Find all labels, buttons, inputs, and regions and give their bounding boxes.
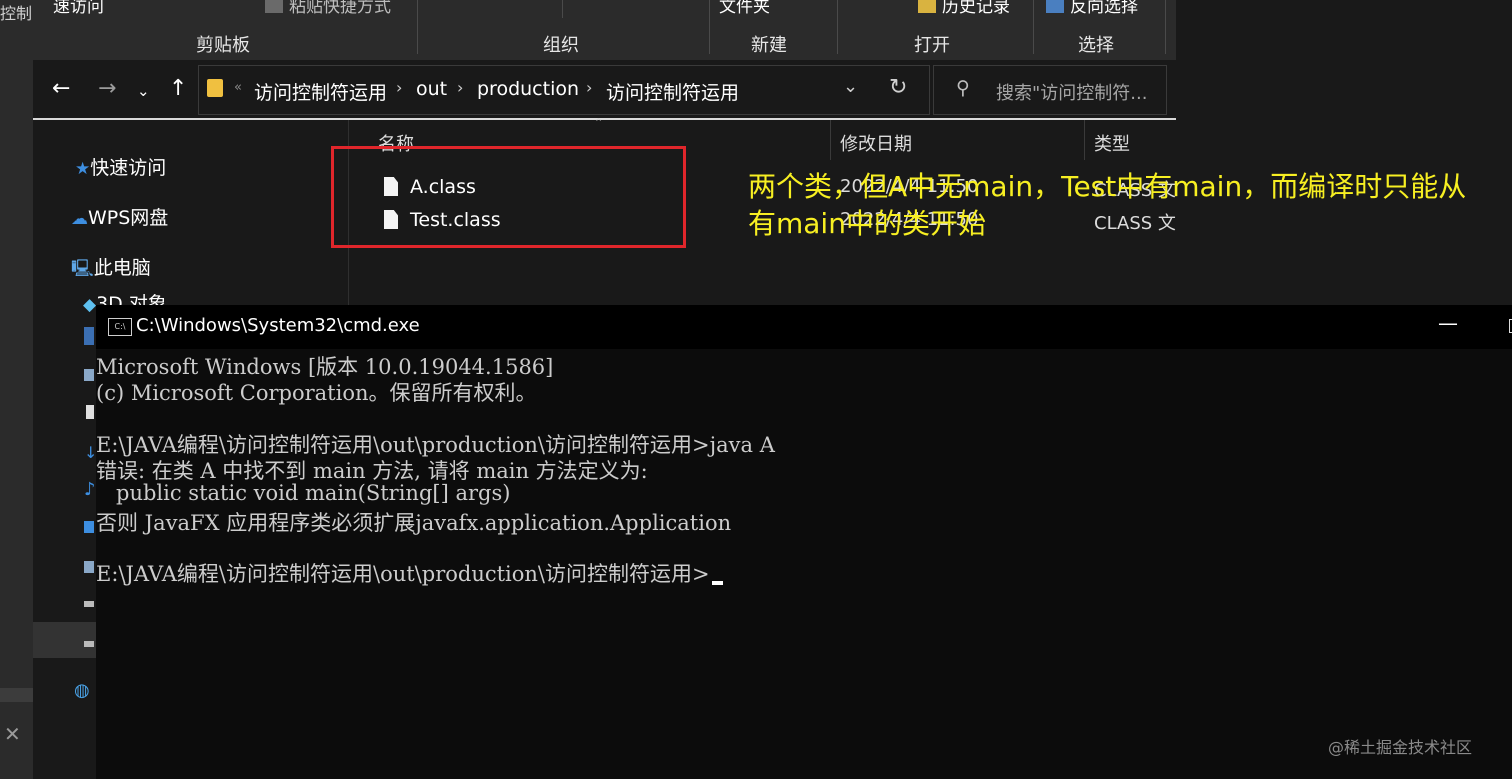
breadcrumb-item[interactable]: 访问控制符运用 [254,78,387,105]
console-line: (c) Microsoft Corporation。保留所有权利。 [96,381,537,405]
ribbon-divider [417,0,418,54]
annotation-line: 有main中的类开始 [748,207,986,240]
folder-icon [207,79,223,97]
annotation-text: 两个类，但A中无main，Test中有main，而编译时只能从 有main中的类… [748,168,1508,242]
group-new: 新建 [751,35,787,56]
forward-arrow-icon[interactable]: → [98,78,116,100]
ribbon-divider [1033,0,1034,54]
address-dropdown-chevron-icon[interactable]: ⌄ [843,76,858,97]
background-window-label: 控制 [0,4,33,23]
ribbon-invert-selection-label: 反向选择 [1070,0,1138,17]
column-divider[interactable] [830,120,831,160]
nav-pane-icon[interactable] [84,521,94,533]
ribbon-divider [562,0,563,18]
console-prompt-line[interactable]: E:\JAVA编程\访问控制符运用\out\production\访问控制符运用… [96,558,723,588]
drive-icon[interactable] [84,601,94,607]
invert-selection-icon [1046,0,1064,13]
nav-item-label: 此电脑 [93,257,151,279]
ribbon-paste-shortcut-label: 粘贴快捷方式 [289,0,391,17]
breadcrumb-overflow-icon[interactable]: « [234,80,242,95]
column-header-modified[interactable]: 修改日期 [840,130,912,156]
console-line: 否则 JavaFX 应用程序类必须扩展javafx.application.Ap… [96,511,732,535]
history-icon [918,0,936,13]
text-cursor [711,581,723,585]
network-icon[interactable]: ◍ [74,680,90,701]
address-input[interactable]: « 访问控制符运用 › out › production › 访问控制符运用 ⌄… [198,65,930,115]
ribbon-history-label: 历史记录 [942,0,1010,17]
breadcrumb-item[interactable]: out [416,78,447,100]
column-header-type[interactable]: 类型 [1094,130,1130,156]
breadcrumb-chevron-icon[interactable]: › [396,78,402,97]
cloud-icon: ☁ [71,209,88,229]
ribbon-history[interactable]: 历史记录 [918,0,1010,17]
breadcrumb-chevron-icon[interactable]: › [457,78,463,97]
drive-icon[interactable] [84,641,94,647]
search-placeholder: 搜索"访问控制符... [996,83,1148,104]
nav-item-wps-drive[interactable]: ☁WPS网盘 [71,203,168,230]
ribbon-divider [1165,0,1166,54]
up-arrow-icon[interactable]: ↑ [169,78,187,100]
ribbon-divider [709,0,710,54]
nav-pane-icon[interactable] [84,369,94,381]
group-open: 打开 [914,35,950,56]
ribbon-paste-shortcut[interactable]: 粘贴快捷方式 [265,0,391,17]
group-select: 选择 [1078,35,1114,56]
breadcrumb-item[interactable]: production [477,78,579,100]
minimize-icon[interactable]: — [1438,311,1458,335]
group-organize: 组织 [543,35,579,56]
sort-indicator-icon: ⌃ [594,116,604,129]
nav-pane-icon[interactable] [84,561,94,573]
cube-icon: ◆ [83,295,97,315]
refresh-icon[interactable]: ↻ [889,75,907,100]
nav-item-label: WPS网盘 [88,207,169,229]
ribbon-divider [837,0,838,54]
console-prompt: E:\JAVA编程\访问控制符运用\out\production\访问控制符运用… [96,562,710,586]
console-line: public static void main(String[] args) [96,481,511,505]
breadcrumb-item[interactable]: 访问控制符运用 [606,78,739,105]
navigation-pane: ★快速访问 ☁WPS网盘 🖳此电脑 ◆3D 对象 [33,120,348,315]
close-icon[interactable]: ✕ [4,722,21,746]
cmd-title-bar[interactable]: C:\ C:\Windows\System32\cmd.exe — [96,305,1512,349]
music-icon[interactable]: ♪ [84,479,96,500]
paste-shortcut-icon [265,0,283,13]
cmd-icon: C:\ [108,318,132,336]
search-input[interactable]: ⚲ 搜索"访问控制符... [933,65,1167,115]
cmd-window[interactable]: C:\ C:\Windows\System32\cmd.exe — Micros… [96,305,1512,779]
nav-item-this-pc[interactable]: 🖳此电脑 [71,253,151,285]
nav-pane-selected-row[interactable] [33,622,96,658]
watermark: @稀土掘金技术社区 [1328,738,1473,757]
background-window-scrollbar [0,688,33,702]
highlight-box [331,146,686,248]
breadcrumb-chevron-icon[interactable]: › [586,78,592,97]
nav-pane-icon[interactable] [84,327,94,345]
cmd-title: C:\Windows\System32\cmd.exe [136,315,420,336]
computer-icon: 🖳 [71,259,94,279]
ribbon-invert-selection[interactable]: 反向选择 [1046,0,1138,17]
group-clipboard: 剪贴板 [196,35,250,56]
background-window-strip: 控制 ✕ [0,0,33,779]
nav-item-quick-access[interactable]: ★快速访问 [75,153,166,180]
column-divider[interactable] [1084,120,1085,160]
annotation-line: 两个类，但A中无main，Test中有main，而编译时只能从 [748,170,1467,203]
address-bar-row: ← → ⌄ ↑ « 访问控制符运用 › out › production › 访… [33,60,1176,120]
ribbon-quick-access[interactable]: 速访问 [53,0,104,17]
recent-locations-chevron-icon[interactable]: ⌄ [137,80,150,102]
nav-pane-icon[interactable] [86,405,94,419]
ribbon-new-folder[interactable]: 文件夹 [719,0,770,17]
back-arrow-icon[interactable]: ← [52,78,70,100]
star-icon: ★ [75,159,91,179]
ribbon: 速访问 粘贴快捷方式 文件夹 历史记录 反向选择 剪贴板 组织 新建 打开 选择 [33,0,1176,60]
search-icon: ⚲ [956,77,970,99]
nav-item-label: 快速访问 [90,157,167,179]
